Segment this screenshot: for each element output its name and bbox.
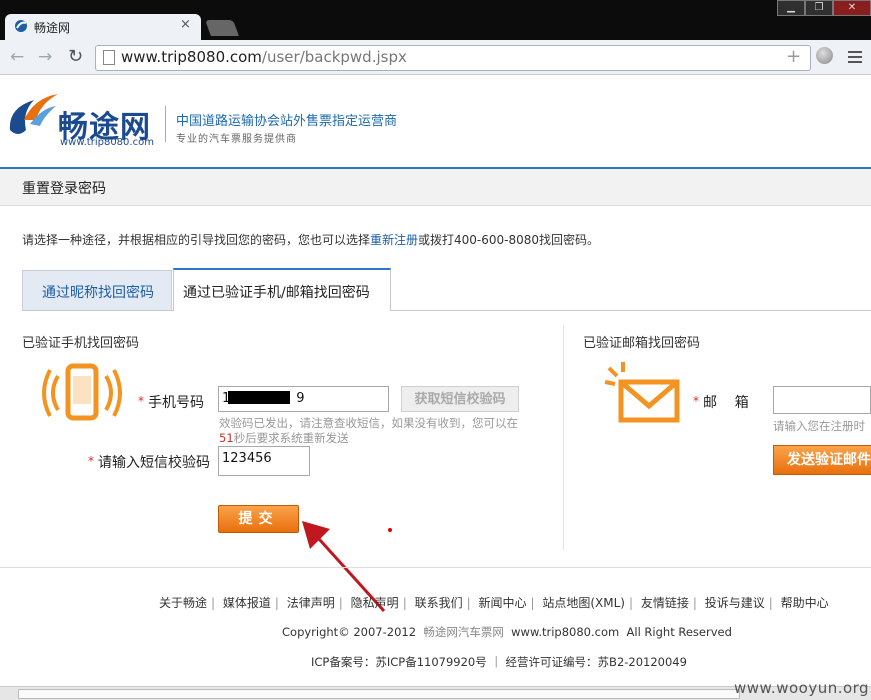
footer-rule	[0, 567, 871, 568]
tab-verified-label[interactable]: 通过已验证手机/邮箱找回密码	[183, 282, 370, 302]
register-link[interactable]: 重新注册	[370, 233, 418, 247]
footer-link[interactable]: 隐私声明	[351, 596, 399, 610]
required-mark: *	[138, 394, 144, 408]
tab-close-icon[interactable]: ×	[180, 17, 191, 32]
footer-link[interactable]: 媒体报道	[223, 596, 271, 610]
phone-label: 手机号码	[148, 395, 204, 411]
phone-panel-title: 已验证手机找回密码	[22, 336, 140, 351]
minimize-button[interactable]: ▁	[777, 0, 805, 16]
back-arrow-icon[interactable]: ←	[10, 47, 24, 67]
scrollbar-thumb[interactable]	[18, 689, 740, 699]
reload-icon[interactable]: ↻	[68, 46, 83, 67]
tab-nickname-label[interactable]: 通过昵称找回密码	[42, 282, 154, 302]
tabs-baseline	[22, 310, 871, 311]
new-tab-button[interactable]	[205, 20, 239, 36]
envelope-icon	[604, 362, 680, 423]
required-mark: *	[693, 394, 699, 408]
footer-link[interactable]: 联系我们	[415, 596, 463, 610]
footer-link[interactable]: 站点地图(XML)	[542, 596, 625, 610]
sms-code-label: 请输入短信校验码	[98, 455, 210, 471]
email-input[interactable]	[773, 386, 871, 414]
logo-url: www.trip8080.com	[60, 137, 154, 148]
footer-link[interactable]: 帮助中心	[781, 596, 829, 610]
email-label: 邮 箱	[703, 395, 749, 411]
footer-link[interactable]: 新闻中心	[478, 596, 526, 610]
logo-swoosh-icon	[9, 94, 58, 134]
maximize-button[interactable]: ❐	[805, 0, 833, 16]
page-title: 重置登录密码	[22, 181, 106, 197]
get-sms-code-button[interactable]: 获取短信校验码	[401, 386, 519, 412]
slogan-main: 中国道路运输协会站外售票指定运营商	[176, 114, 398, 129]
icp-info: ICP备案号：苏ICP备11079920号 ｜ 经营许可证编号：苏B2-2012…	[311, 655, 687, 669]
globe-icon[interactable]	[816, 47, 833, 64]
forward-arrow-icon[interactable]: →	[38, 47, 52, 67]
send-email-button[interactable]: 发送验证邮件	[773, 445, 871, 475]
copyright: Copyright© 2007-2012 畅途网汽车票网 www.trip808…	[282, 625, 732, 639]
page-icon	[103, 50, 115, 65]
intro-text: 请选择一种途径，并根据相应的引导找回您的密码，您也可以选择重新注册或拨打400-…	[22, 233, 600, 247]
watermark: www.wooyun.org	[734, 679, 870, 697]
panel-divider	[563, 325, 564, 550]
sms-hint: 效验码已发出，请注意查收短信，如果没有收到，您可以在 51秒后要求系统重新发送	[219, 416, 518, 445]
required-mark: *	[88, 454, 94, 468]
close-window-button[interactable]: ✕	[833, 0, 871, 16]
address-url[interactable]: www.trip8080.com/user/backpwd.jspx	[121, 48, 407, 66]
browser-tab-title: 畅途网	[34, 21, 71, 35]
footer-link[interactable]: 法律声明	[287, 596, 335, 610]
footer-link[interactable]: 投诉与建议	[705, 596, 765, 610]
footer-link[interactable]: 友情链接	[641, 596, 689, 610]
email-hint: 请输入您在注册时	[773, 419, 865, 433]
footer-links: 关于畅途 | 媒体报道 | 法律声明 | 隐私声明 | 联系我们 | 新闻中心 | 站点地图…	[159, 596, 829, 610]
phone-icon	[42, 363, 122, 421]
countdown-seconds: 51	[219, 431, 234, 445]
title-bar	[0, 169, 871, 206]
redaction-bar	[228, 391, 290, 404]
footer-link[interactable]: 关于畅途	[159, 596, 207, 610]
header-divider	[165, 106, 166, 142]
email-panel-title: 已验证邮箱找回密码	[583, 336, 701, 351]
submit-button[interactable]: 提交	[218, 505, 299, 533]
slogan-sub: 专业的汽车票服务提供商	[176, 134, 297, 145]
sms-code-input[interactable]: 123456	[218, 446, 310, 476]
bookmark-plus-icon[interactable]: +	[786, 46, 801, 67]
menu-icon[interactable]	[848, 48, 862, 66]
site-favicon-icon	[15, 20, 27, 32]
